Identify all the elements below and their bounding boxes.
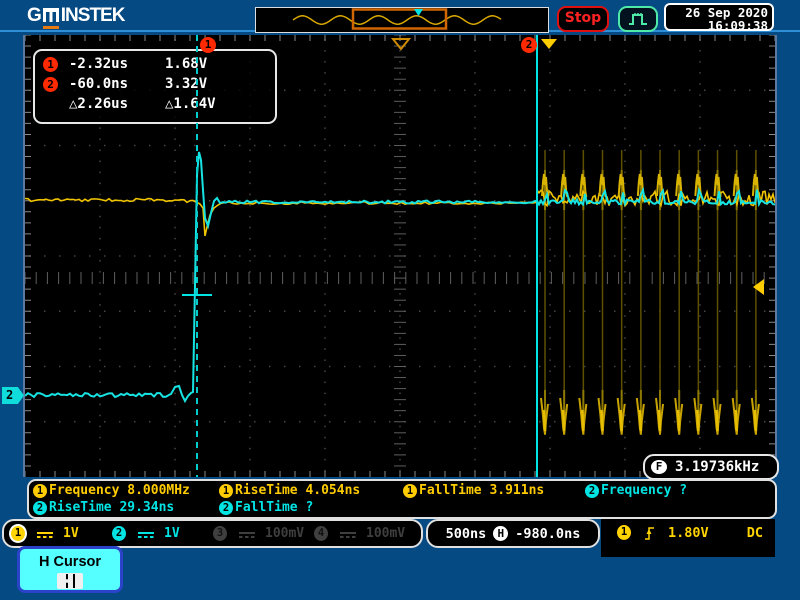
timebase-value: 500ns — [446, 526, 487, 542]
ch2-chip: 2 — [585, 484, 599, 498]
logo-w-icon — [43, 8, 59, 22]
ch1-chip: 1 — [219, 484, 233, 498]
frequency-counter-value: 3.19736kHz — [675, 459, 759, 475]
h-cursor-icon — [57, 573, 83, 589]
cursor1-top-marker[interactable]: 1 — [200, 37, 216, 53]
rising-edge-icon — [643, 525, 656, 541]
channel-1-scale: 1V — [63, 526, 79, 541]
dc-coupling-icon — [340, 530, 356, 538]
frequency-counter-icon: F — [651, 460, 667, 474]
h-cursor-menu-button[interactable]: H Cursor — [17, 546, 123, 593]
top-bar: G INSTEK Stop 26 Sep 2020 16:09:38 — [0, 0, 800, 32]
measurement-ch2-frequency: 2 Frequency ? — [585, 482, 775, 499]
cursor-lines[interactable] — [25, 35, 775, 477]
logo-text-g: G — [27, 5, 41, 27]
trigger-level-marker[interactable] — [751, 278, 765, 296]
horizontal-position: -980.0ns — [515, 526, 580, 542]
channel-2-badge: 2 — [112, 526, 126, 541]
preview-waveform — [256, 8, 546, 30]
horizontal-status[interactable]: 500ns H -980.0ns — [426, 519, 600, 548]
measurement-text: RiseTime 29.34ns — [49, 500, 174, 515]
pulse-icon — [627, 11, 649, 27]
ch1-chip: 1 — [33, 484, 47, 498]
measurement-ch1-risetime: 1 RiseTime 4.054ns — [219, 482, 403, 499]
channel-3-badge: 3 — [213, 526, 227, 541]
waveform-display: 1 -2.32us 1.68V 2 -60.0ns 3.32V △2.26us … — [25, 35, 775, 477]
cursor2-top-marker[interactable]: 2 — [521, 37, 537, 53]
channel-2-scale: 1V — [164, 526, 180, 541]
measurement-ch2-risetime: 2 RiseTime 29.34ns — [33, 499, 219, 516]
logo-text-rest: INSTEK — [61, 5, 125, 27]
channel-2-status[interactable]: 2 1V — [105, 526, 206, 541]
dc-coupling-icon — [239, 530, 255, 538]
measurement-text: FallTime 3.911ns — [419, 483, 544, 498]
measurement-ch2-falltime: 2 FallTime ? — [219, 499, 403, 516]
h-cursor-label: H Cursor — [20, 554, 120, 570]
measurement-ch1-frequency: 1 Frequency 8.000MHz — [33, 482, 219, 499]
frequency-counter-badge: F 3.19736kHz — [643, 454, 779, 480]
dc-coupling-icon — [138, 530, 154, 538]
channel-4-status[interactable]: 4 100mV — [307, 526, 408, 541]
measurement-text: Frequency 8.000MHz — [49, 483, 190, 498]
dc-coupling-icon — [37, 530, 53, 538]
time-text: 16:09:38 — [666, 19, 768, 32]
channel-status-bar: 1 1V 2 1V 3 100mV 4 100mV — [2, 519, 423, 548]
ch2-position-indicator[interactable]: 2 — [2, 387, 24, 404]
trigger-coupling: DC — [747, 525, 763, 541]
channel-1-status[interactable]: 1 1V — [4, 526, 105, 541]
measurement-ch1-falltime: 1 FallTime 3.911ns — [403, 482, 585, 499]
channel-3-scale: 100mV — [265, 526, 304, 541]
channel-4-scale: 100mV — [366, 526, 405, 541]
trigger-status[interactable]: 1 1.80V DC — [601, 519, 775, 557]
channel-3-status[interactable]: 3 100mV — [206, 526, 307, 541]
measurement-text: Frequency ? — [601, 483, 687, 498]
trigger-source-badge: 1 — [617, 525, 631, 540]
measurement-text: RiseTime 4.054ns — [235, 483, 360, 498]
trigger-level-value: 1.80V — [668, 525, 709, 541]
ch2-chip: 2 — [219, 501, 233, 515]
brand-logo: G INSTEK — [27, 5, 124, 27]
trigger-mode-button[interactable] — [618, 6, 658, 32]
datetime-display: 26 Sep 2020 16:09:38 — [664, 3, 774, 31]
oscilloscope-screen: G INSTEK Stop 26 Sep 2020 16:09:38 1 -2.… — [0, 0, 800, 600]
measurement-text: FallTime ? — [235, 500, 313, 515]
expansion-point-marker[interactable] — [538, 37, 560, 51]
run-stop-indicator[interactable]: Stop — [557, 6, 609, 32]
ch1-chip: 1 — [403, 484, 417, 498]
measurement-bar: 1 Frequency 8.000MHz 1 RiseTime 4.054ns … — [27, 479, 777, 519]
acquisition-preview-bar[interactable] — [255, 7, 549, 33]
channel-4-badge: 4 — [314, 526, 328, 541]
horizontal-icon: H — [493, 526, 508, 541]
channel-1-badge: 1 — [11, 526, 25, 541]
trigger-position-marker[interactable] — [390, 37, 412, 51]
ch2-chip: 2 — [33, 501, 47, 515]
